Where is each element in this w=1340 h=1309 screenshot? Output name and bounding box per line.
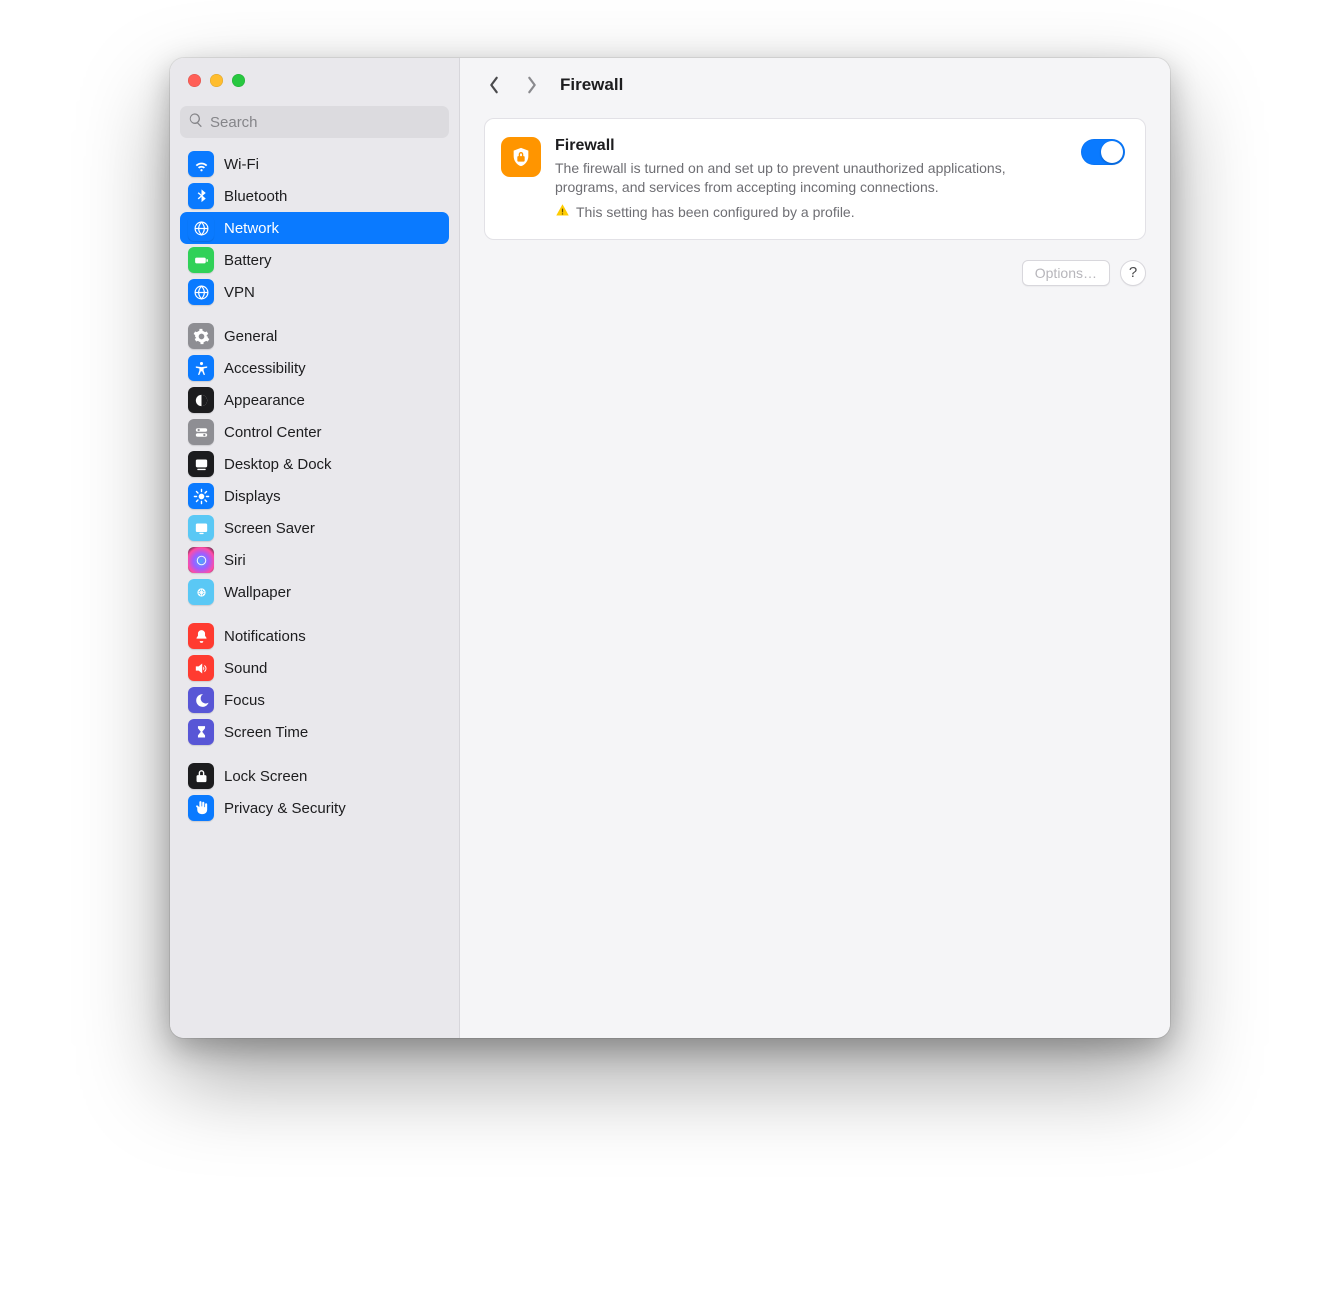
sidebar-item-label: Network — [224, 220, 279, 237]
lock-icon — [188, 763, 214, 789]
sidebar-item-appearance[interactable]: Appearance — [180, 384, 449, 416]
sidebar-item-privacy-security[interactable]: Privacy & Security — [180, 792, 449, 824]
sidebar: Search Wi-Fi Bluet — [170, 58, 460, 1038]
sidebar-item-label: Lock Screen — [224, 768, 307, 785]
sidebar-item-sound[interactable]: Sound — [180, 652, 449, 684]
sidebar-item-label: Wallpaper — [224, 584, 291, 601]
sidebar-item-vpn[interactable]: VPN — [180, 276, 449, 308]
sidebar-item-focus[interactable]: Focus — [180, 684, 449, 716]
hand-icon — [188, 795, 214, 821]
gear-icon — [188, 323, 214, 349]
sidebar-item-wifi[interactable]: Wi-Fi — [180, 148, 449, 180]
forward-button[interactable] — [522, 75, 542, 95]
sidebar-item-lock-screen[interactable]: Lock Screen — [180, 760, 449, 792]
sidebar-item-label: Sound — [224, 660, 267, 677]
zoom-button[interactable] — [232, 74, 245, 87]
options-button[interactable]: Options… — [1022, 260, 1110, 286]
appearance-icon — [188, 387, 214, 413]
firewall-title: Firewall — [555, 137, 1067, 155]
sidebar-item-label: Siri — [224, 552, 246, 569]
firewall-note-text: This setting has been configured by a pr… — [576, 204, 855, 220]
help-button-label: ? — [1129, 264, 1137, 281]
firewall-profile-note: This setting has been configured by a pr… — [555, 203, 1067, 221]
sidebar-item-label: General — [224, 328, 277, 345]
wallpaper-icon — [188, 579, 214, 605]
options-button-label: Options… — [1035, 265, 1097, 281]
dock-icon — [188, 451, 214, 477]
bluetooth-icon — [188, 183, 214, 209]
sidebar-item-label: VPN — [224, 284, 255, 301]
bell-icon — [188, 623, 214, 649]
warning-icon — [555, 203, 570, 221]
sidebar-item-control-center[interactable]: Control Center — [180, 416, 449, 448]
firewall-card: Firewall The firewall is turned on and s… — [484, 118, 1146, 240]
vpn-icon — [188, 279, 214, 305]
sidebar-item-label: Desktop & Dock — [224, 456, 332, 473]
battery-icon — [188, 247, 214, 273]
sidebar-item-label: Wi-Fi — [224, 156, 259, 173]
toolbar: Firewall — [460, 58, 1170, 112]
firewall-icon — [501, 137, 541, 177]
sidebar-navigation: Wi-Fi Bluetooth Network — [170, 146, 459, 846]
sidebar-item-desktop-dock[interactable]: Desktop & Dock — [180, 448, 449, 480]
sidebar-item-screen-time[interactable]: Screen Time — [180, 716, 449, 748]
sidebar-item-label: Privacy & Security — [224, 800, 346, 817]
globe-icon — [188, 215, 214, 241]
sidebar-item-wallpaper[interactable]: Wallpaper — [180, 576, 449, 608]
main-content: Firewall Firewall The firewall is turned… — [460, 58, 1170, 1038]
sidebar-item-label: Notifications — [224, 628, 306, 645]
sidebar-item-label: Focus — [224, 692, 265, 709]
close-button[interactable] — [188, 74, 201, 87]
sidebar-item-label: Displays — [224, 488, 281, 505]
window: Search Wi-Fi Bluet — [170, 58, 1170, 1038]
sidebar-item-general[interactable]: General — [180, 320, 449, 352]
page-title: Firewall — [560, 75, 623, 95]
sidebar-item-notifications[interactable]: Notifications — [180, 620, 449, 652]
minimize-button[interactable] — [210, 74, 223, 87]
sidebar-item-battery[interactable]: Battery — [180, 244, 449, 276]
accessibility-icon — [188, 355, 214, 381]
firewall-toggle[interactable] — [1081, 139, 1125, 165]
sidebar-item-label: Screen Saver — [224, 520, 315, 537]
moon-icon — [188, 687, 214, 713]
sidebar-item-accessibility[interactable]: Accessibility — [180, 352, 449, 384]
speaker-icon — [188, 655, 214, 681]
search-input[interactable]: Search — [180, 106, 449, 138]
sidebar-item-label: Bluetooth — [224, 188, 287, 205]
sidebar-item-displays[interactable]: Displays — [180, 480, 449, 512]
search-icon — [188, 112, 204, 132]
displays-icon — [188, 483, 214, 509]
sidebar-item-label: Screen Time — [224, 724, 308, 741]
sidebar-item-label: Accessibility — [224, 360, 306, 377]
sidebar-item-label: Control Center — [224, 424, 322, 441]
wifi-icon — [188, 151, 214, 177]
sidebar-item-network[interactable]: Network — [180, 212, 449, 244]
sidebar-item-siri[interactable]: Siri — [180, 544, 449, 576]
hourglass-icon — [188, 719, 214, 745]
sidebar-item-label: Battery — [224, 252, 272, 269]
window-controls — [170, 58, 459, 92]
screen-saver-icon — [188, 515, 214, 541]
back-button[interactable] — [484, 75, 504, 95]
firewall-description: The firewall is turned on and set up to … — [555, 159, 1067, 197]
help-button[interactable]: ? — [1120, 260, 1146, 286]
search-placeholder: Search — [210, 114, 258, 131]
siri-icon — [188, 547, 214, 573]
sidebar-item-screen-saver[interactable]: Screen Saver — [180, 512, 449, 544]
sidebar-item-label: Appearance — [224, 392, 305, 409]
control-center-icon — [188, 419, 214, 445]
sidebar-item-bluetooth[interactable]: Bluetooth — [180, 180, 449, 212]
